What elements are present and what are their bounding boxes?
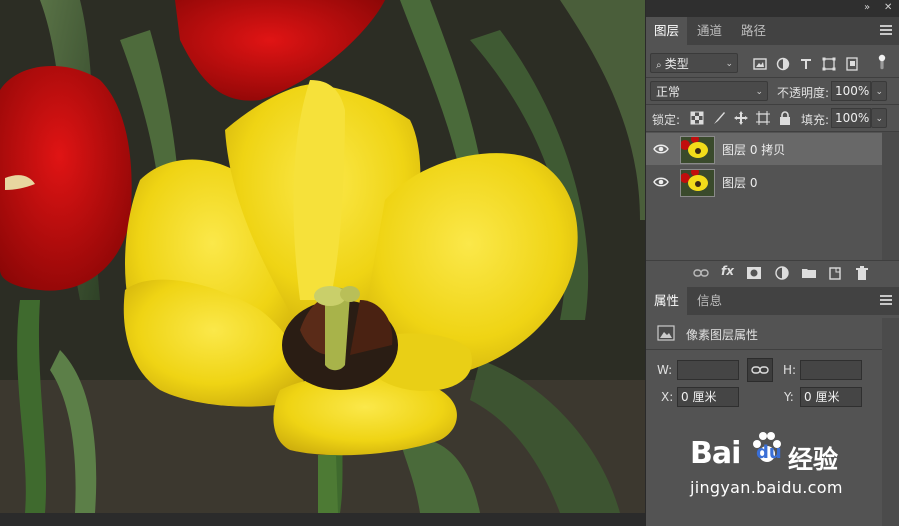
lock-position-icon[interactable] — [733, 110, 749, 126]
x-label: X: — [661, 390, 674, 404]
chevron-down-icon: ⌄ — [875, 87, 883, 97]
fill-dropdown[interactable]: ⌄ — [871, 108, 887, 128]
search-icon: ⌕ — [656, 60, 665, 71]
lock-row: 锁定: 填充: 100% ⌄ — [646, 106, 899, 130]
blend-mode-value: 正常 — [656, 85, 681, 99]
lock-artboard-icon[interactable] — [755, 110, 771, 126]
properties-header: 像素图层属性 — [646, 318, 899, 346]
divider — [646, 77, 899, 78]
divider — [646, 349, 899, 350]
watermark-brand-suffix: du — [756, 442, 782, 463]
link-layers-icon[interactable] — [693, 265, 709, 281]
opacity-dropdown[interactable]: ⌄ — [871, 81, 887, 101]
lock-label: 锁定: — [652, 113, 681, 127]
fill-input[interactable]: 100% — [831, 108, 871, 128]
eye-icon[interactable] — [653, 142, 669, 156]
height-input[interactable] — [800, 360, 862, 380]
panel-dock-header: » ✕ — [646, 0, 899, 17]
layers-panel-menu-icon[interactable] — [880, 25, 892, 35]
filter-toggle-icon[interactable] — [874, 54, 890, 70]
blend-row: 正常 ⌄ 不透明度: 100% ⌄ — [646, 79, 899, 103]
watermark-brand: Bai — [690, 436, 741, 471]
layer-row[interactable]: 图层 0 — [646, 166, 882, 198]
y-label: Y: — [784, 390, 794, 404]
layers-footer: fx — [646, 260, 899, 285]
baidu-jingyan-watermark: Bai du 经验 jingyan.baidu.com — [690, 430, 843, 497]
document-canvas[interactable] — [0, 0, 645, 513]
adjustment-layer-icon[interactable] — [774, 265, 790, 281]
w-label: W: — [657, 363, 673, 377]
lock-all-icon[interactable] — [777, 110, 793, 126]
trash-icon[interactable] — [854, 265, 870, 281]
new-layer-icon[interactable] — [827, 265, 843, 281]
tab-properties[interactable]: 属性 — [646, 287, 688, 315]
tab-layers[interactable]: 图层 — [646, 17, 688, 45]
watermark-url: jingyan.baidu.com — [690, 478, 843, 497]
filter-adjustment-icon[interactable] — [775, 56, 791, 72]
lock-image-pixels-icon[interactable] — [711, 110, 727, 126]
divider — [646, 104, 899, 105]
panel-dock: » ✕ 图层 通道 路径 ⌕ 类型 ⌄ 正常 ⌄ 不透明度: 100% ⌄ 锁定… — [645, 0, 899, 526]
lock-transparent-pixels-icon[interactable] — [689, 110, 705, 126]
position-row: X: 0 厘米 Y: 0 厘米 — [646, 384, 899, 410]
layer-thumbnail — [680, 136, 715, 164]
layer-list-scrollbar[interactable] — [882, 132, 899, 260]
width-input[interactable] — [677, 360, 739, 380]
layer-thumbnail — [680, 169, 715, 197]
close-panels-button[interactable]: ✕ — [884, 2, 892, 13]
layers-panel-tabbar: 图层 通道 路径 — [646, 17, 899, 45]
properties-panel-menu-icon[interactable] — [880, 295, 892, 305]
y-input[interactable]: 0 厘米 — [800, 387, 862, 407]
add-mask-icon[interactable] — [746, 265, 762, 281]
layer-filter-row: ⌕ 类型 ⌄ — [646, 50, 899, 76]
chevron-down-icon: ⌄ — [725, 59, 733, 69]
fill-label: 填充: — [801, 113, 830, 127]
filter-shape-icon[interactable] — [821, 56, 837, 72]
filter-kind-value: 类型 — [664, 57, 689, 71]
chevron-down-icon: ⌄ — [875, 114, 883, 124]
pixel-layer-icon — [657, 325, 675, 341]
opacity-label: 不透明度: — [777, 86, 830, 100]
x-input[interactable]: 0 厘米 — [677, 387, 739, 407]
tab-paths[interactable]: 路径 — [733, 17, 774, 45]
size-row: W: H: — [646, 356, 899, 384]
opacity-input[interactable]: 100% — [831, 81, 871, 101]
properties-panel-tabbar: 属性 信息 — [646, 287, 899, 315]
properties-scrollbar[interactable] — [882, 318, 899, 526]
fx-icon[interactable]: fx — [721, 264, 734, 278]
blend-mode-select[interactable]: 正常 ⌄ — [650, 81, 768, 101]
properties-title: 像素图层属性 — [686, 328, 759, 342]
filter-kind-select[interactable]: ⌕ 类型 ⌄ — [650, 53, 738, 73]
filter-type-icon[interactable] — [798, 56, 814, 72]
filter-smart-object-icon[interactable] — [844, 56, 860, 72]
layer-list: 图层 0 拷贝 图层 0 — [646, 132, 899, 260]
chevron-down-icon: ⌄ — [755, 87, 763, 97]
collapse-panels-button[interactable]: » — [864, 2, 870, 13]
h-label: H: — [783, 363, 797, 377]
tab-channels[interactable]: 通道 — [689, 17, 730, 45]
eye-icon[interactable] — [653, 175, 669, 189]
layer-name: 图层 0 — [722, 176, 758, 190]
layer-name: 图层 0 拷贝 — [722, 143, 786, 157]
canvas-status-strip — [0, 513, 645, 526]
folder-icon[interactable] — [801, 265, 817, 281]
layer-row[interactable]: 图层 0 拷贝 — [646, 133, 882, 165]
filter-pixel-icon[interactable] — [752, 56, 768, 72]
tab-info[interactable]: 信息 — [689, 287, 730, 315]
watermark-cn: 经验 — [788, 445, 839, 474]
tulip-photo — [0, 0, 645, 513]
link-icon[interactable] — [747, 358, 773, 382]
